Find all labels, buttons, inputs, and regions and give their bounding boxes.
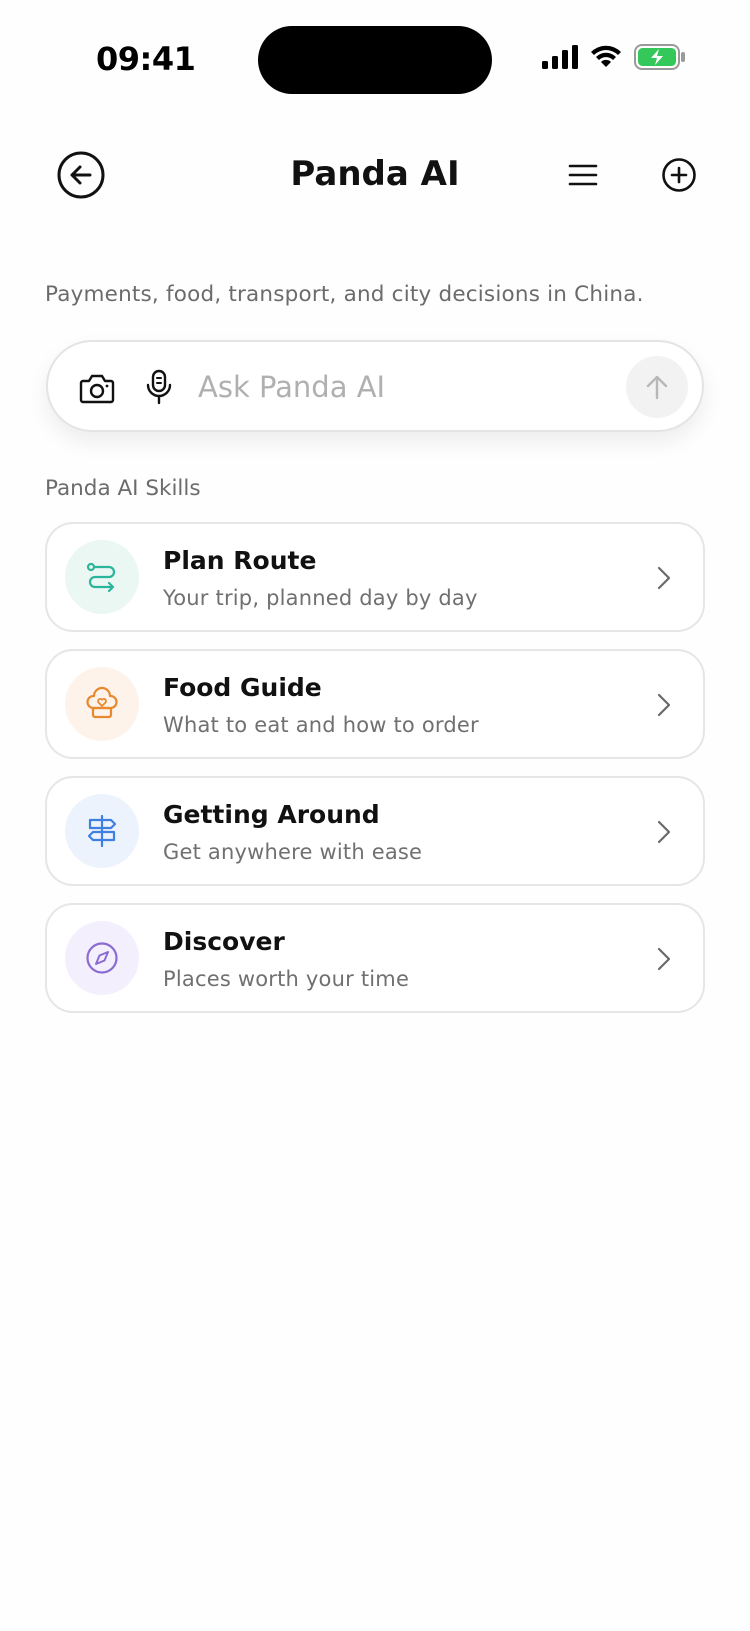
- skill-title: Plan Route: [163, 546, 317, 575]
- camera-button[interactable]: [78, 369, 116, 407]
- cellular-signal-icon: [542, 45, 578, 69]
- plus-circle-icon: [662, 158, 696, 192]
- screen: 09:41 Panda AI Payments, food, transport…: [0, 0, 750, 1631]
- chevron-right-icon: [657, 947, 671, 971]
- wifi-icon: [591, 45, 621, 67]
- menu-button[interactable]: [564, 156, 602, 194]
- arrow-up-icon: [646, 375, 668, 400]
- status-time: 09:41: [96, 40, 196, 78]
- microphone-icon: [146, 369, 172, 405]
- skill-title: Discover: [163, 927, 285, 956]
- new-chat-button[interactable]: [660, 156, 698, 194]
- chevron-right-icon: [657, 566, 671, 590]
- chevron-right-icon: [657, 693, 671, 717]
- skill-card-discover[interactable]: Discover Places worth your time: [45, 903, 705, 1013]
- skill-card-food-guide[interactable]: Food Guide What to eat and how to order: [45, 649, 705, 759]
- battery-charging-icon: [634, 44, 685, 70]
- route-icon: [86, 562, 116, 593]
- skill-card-getting-around[interactable]: Getting Around Get anywhere with ease: [45, 776, 705, 886]
- skill-icon-badge: [65, 540, 139, 614]
- chef-hat-icon: [86, 686, 118, 719]
- skill-description: Places worth your time: [163, 967, 410, 991]
- skill-icon-badge: [65, 921, 139, 995]
- camera-icon: [79, 374, 115, 404]
- ask-bar: [46, 340, 704, 432]
- compass-icon: [86, 942, 118, 974]
- status-icons: [542, 44, 686, 70]
- chevron-right-icon: [657, 820, 671, 844]
- page-title: Panda AI: [290, 154, 460, 194]
- skill-description: Your trip, planned day by day: [163, 586, 478, 610]
- skill-icon-badge: [65, 667, 139, 741]
- subtitle: Payments, food, transport, and city deci…: [45, 282, 644, 307]
- dynamic-island: [258, 26, 492, 94]
- ask-input[interactable]: [198, 362, 638, 412]
- skill-title: Getting Around: [163, 800, 380, 829]
- skills-section-label: Panda AI Skills: [45, 476, 201, 501]
- skill-icon-badge: [65, 794, 139, 868]
- send-button[interactable]: [626, 356, 688, 418]
- signpost-icon: [87, 814, 117, 848]
- microphone-button[interactable]: [140, 368, 178, 406]
- skill-description: What to eat and how to order: [163, 713, 479, 737]
- skill-title: Food Guide: [163, 673, 322, 702]
- skill-description: Get anywhere with ease: [163, 840, 423, 864]
- menu-icon: [568, 164, 598, 186]
- skill-card-plan-route[interactable]: Plan Route Your trip, planned day by day: [45, 522, 705, 632]
